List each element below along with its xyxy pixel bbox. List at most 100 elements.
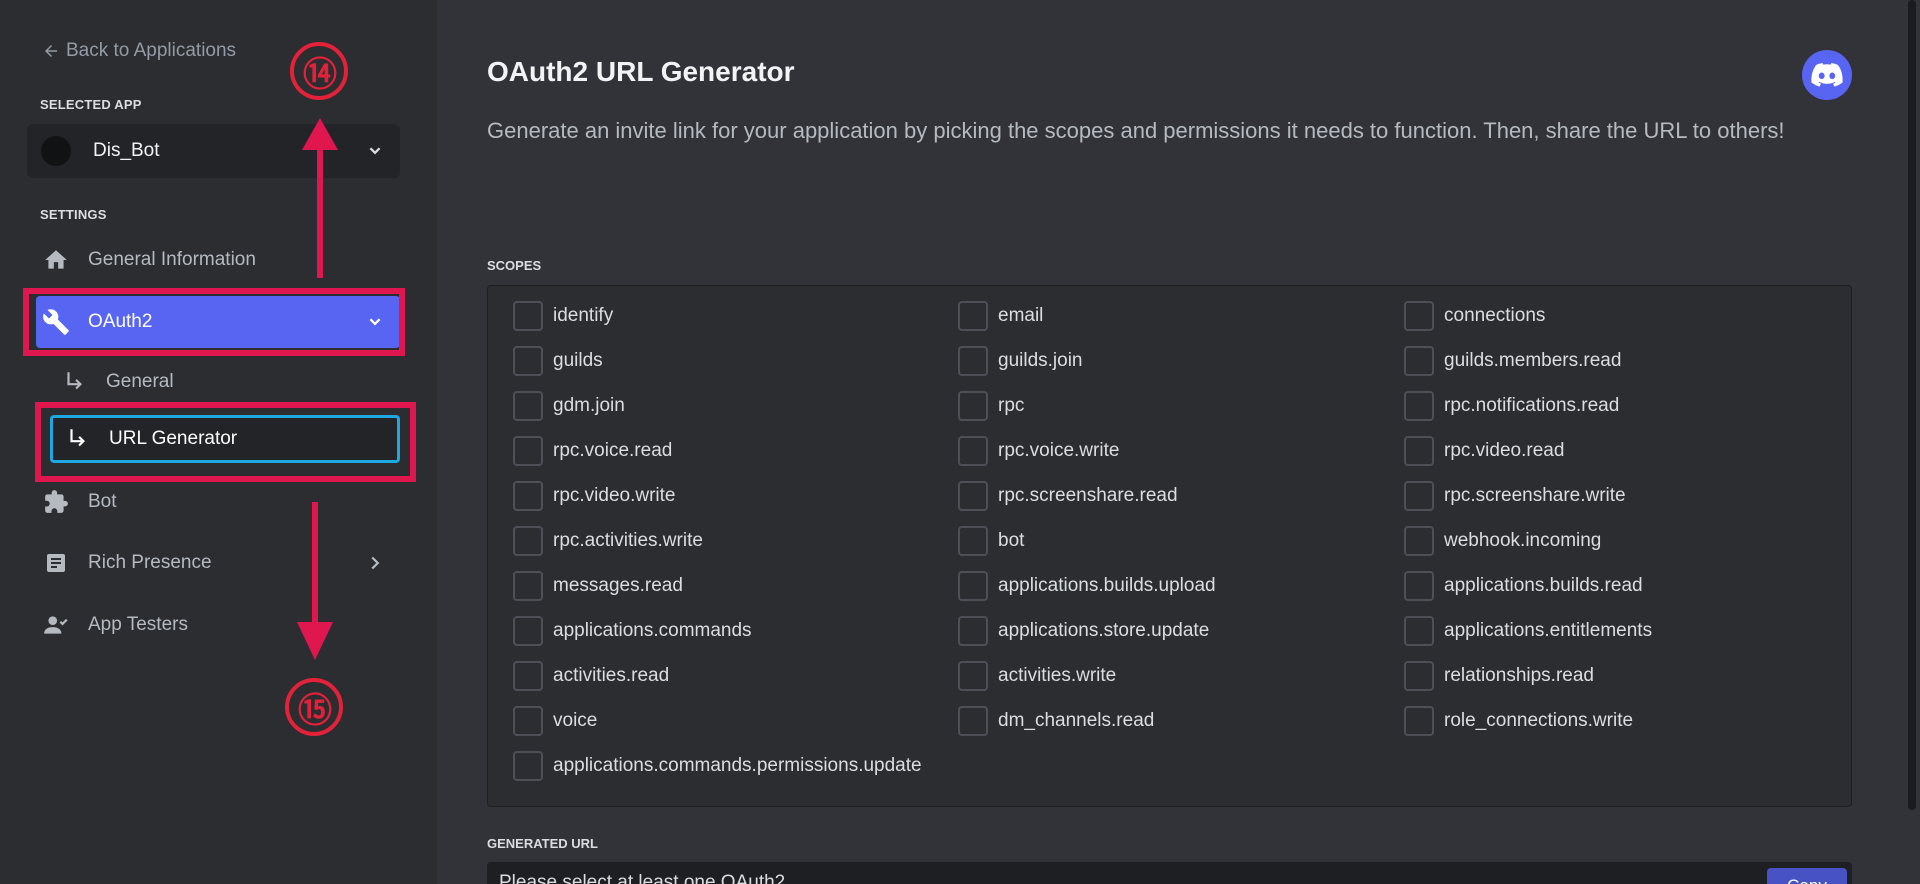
scope-checkbox-rpc-video-write[interactable]: rpc.video.write	[513, 481, 676, 511]
scope-checkbox-guilds-join[interactable]: guilds.join	[958, 346, 1083, 376]
wrench-icon	[42, 308, 70, 336]
scope-checkbox-applications-commands-permissions-update[interactable]: applications.commands.permissions.update	[513, 751, 922, 781]
scope-checkbox-identify[interactable]: identify	[513, 301, 613, 331]
checkbox[interactable]	[958, 481, 988, 511]
scope-checkbox-applications-builds-read[interactable]: applications.builds.read	[1404, 571, 1643, 601]
scope-checkbox-rpc-notifications-read[interactable]: rpc.notifications.read	[1404, 391, 1619, 421]
checkbox[interactable]	[513, 571, 543, 601]
step-14-badge: ⑭	[290, 42, 348, 100]
arrow-left-icon	[45, 45, 57, 57]
page-title: OAuth2 URL Generator	[487, 56, 795, 87]
sidebar-item-app-testers[interactable]: App Testers	[36, 599, 400, 651]
scope-checkbox-rpc-activities-write[interactable]: rpc.activities.write	[513, 526, 703, 556]
scope-checkbox-rpc-voice-write[interactable]: rpc.voice.write	[958, 436, 1119, 466]
scope-checkbox-applications-entitlements[interactable]: applications.entitlements	[1404, 616, 1652, 646]
scope-checkbox-webhook-incoming[interactable]: webhook.incoming	[1404, 526, 1601, 556]
scope-label: rpc.screenshare.read	[998, 485, 1178, 506]
arrow-down-annotation	[297, 502, 333, 660]
scope-checkbox-rpc-video-read[interactable]: rpc.video.read	[1404, 436, 1564, 466]
scope-checkbox-role-connections-write[interactable]: role_connections.write	[1404, 706, 1633, 736]
scope-checkbox-rpc-screenshare-write[interactable]: rpc.screenshare.write	[1404, 481, 1626, 511]
scope-checkbox-activities-write[interactable]: activities.write	[958, 661, 1116, 691]
checkbox[interactable]	[513, 481, 543, 511]
checkbox[interactable]	[958, 391, 988, 421]
scopes-label: SCOPES	[487, 258, 542, 273]
scope-checkbox-voice[interactable]: voice	[513, 706, 597, 736]
scope-label: connections	[1444, 305, 1546, 326]
checkbox[interactable]	[513, 346, 543, 376]
checkbox[interactable]	[958, 616, 988, 646]
discord-logo-icon[interactable]	[1802, 50, 1852, 100]
checkbox[interactable]	[1404, 481, 1434, 511]
scope-label: guilds.members.read	[1444, 350, 1622, 371]
scope-checkbox-guilds[interactable]: guilds	[513, 346, 603, 376]
checkbox[interactable]	[958, 436, 988, 466]
checkbox[interactable]	[513, 616, 543, 646]
checkbox[interactable]	[958, 706, 988, 736]
scope-checkbox-rpc[interactable]: rpc	[958, 391, 1024, 421]
scope-checkbox-activities-read[interactable]: activities.read	[513, 661, 669, 691]
chevron-down-icon	[369, 318, 381, 326]
checkbox[interactable]	[513, 301, 543, 331]
scope-checkbox-messages-read[interactable]: messages.read	[513, 571, 683, 601]
scope-label: bot	[998, 530, 1025, 551]
scrollbar[interactable]	[1908, 0, 1916, 810]
checkbox[interactable]	[1404, 616, 1434, 646]
copy-button[interactable]: Copy	[1767, 868, 1847, 884]
checkbox[interactable]	[958, 571, 988, 601]
checkbox[interactable]	[958, 346, 988, 376]
sidebar-item-label: OAuth2	[88, 311, 153, 332]
sidebar-item-oauth2[interactable]: OAuth2	[36, 296, 400, 348]
scope-label: rpc.voice.write	[998, 440, 1120, 461]
checkbox[interactable]	[1404, 391, 1434, 421]
checkbox[interactable]	[513, 751, 543, 781]
checkbox[interactable]	[958, 661, 988, 691]
page-description: Generate an invite link for your applica…	[487, 118, 1785, 143]
sidebar-subitem-url-generator[interactable]: URL Generator	[50, 415, 400, 463]
back-link-label: Back to Applications	[66, 40, 237, 61]
checkbox[interactable]	[958, 301, 988, 331]
scope-checkbox-guilds-members-read[interactable]: guilds.members.read	[1404, 346, 1621, 376]
checkbox[interactable]	[1404, 301, 1434, 331]
checkbox[interactable]	[513, 391, 543, 421]
checkbox[interactable]	[1404, 661, 1434, 691]
back-to-applications-link[interactable]: Back to Applications	[42, 40, 236, 62]
scope-label: applications.store.update	[998, 620, 1210, 641]
checkbox[interactable]	[1404, 346, 1434, 376]
scope-checkbox-relationships-read[interactable]: relationships.read	[1404, 661, 1594, 691]
scope-label: identify	[553, 305, 614, 326]
scope-label: rpc.voice.read	[553, 440, 673, 461]
checkbox[interactable]	[958, 526, 988, 556]
checkbox[interactable]	[1404, 436, 1434, 466]
sidebar-subitem-general[interactable]: General	[50, 358, 400, 406]
checkbox[interactable]	[513, 706, 543, 736]
chevron-right-icon	[371, 556, 380, 570]
scope-checkbox-dm-channels-read[interactable]: dm_channels.read	[958, 706, 1154, 736]
checkbox[interactable]	[1404, 706, 1434, 736]
person-icon	[42, 611, 70, 639]
scope-checkbox-connections[interactable]: connections	[1404, 301, 1545, 331]
scope-label: rpc.activities.write	[553, 530, 703, 551]
checkbox[interactable]	[513, 526, 543, 556]
sidebar-item-rich-presence[interactable]: Rich Presence	[36, 537, 400, 589]
scope-checkbox-gdm-join[interactable]: gdm.join	[513, 391, 625, 421]
scope-checkbox-rpc-voice-read[interactable]: rpc.voice.read	[513, 436, 672, 466]
checkbox[interactable]	[513, 436, 543, 466]
checkbox[interactable]	[1404, 571, 1434, 601]
scope-label: rpc.video.read	[1444, 440, 1565, 461]
scope-checkbox-applications-store-update[interactable]: applications.store.update	[958, 616, 1209, 646]
scope-label: gdm.join	[553, 395, 625, 416]
generated-url-field[interactable]: Please select at least one OAuth2	[487, 862, 1852, 884]
app-avatar	[41, 136, 71, 166]
checkbox[interactable]	[513, 661, 543, 691]
scope-checkbox-applications-commands[interactable]: applications.commands	[513, 616, 752, 646]
scope-label: activities.read	[553, 665, 670, 686]
scope-label: applications.commands	[553, 620, 752, 641]
scope-checkbox-email[interactable]: email	[958, 301, 1043, 331]
checkbox[interactable]	[1404, 526, 1434, 556]
scope-checkbox-applications-builds-upload[interactable]: applications.builds.upload	[958, 571, 1216, 601]
scope-checkbox-bot[interactable]: bot	[958, 526, 1024, 556]
scope-checkbox-rpc-screenshare-read[interactable]: rpc.screenshare.read	[958, 481, 1178, 511]
sidebar-item-bot[interactable]: Bot	[36, 476, 400, 528]
sidebar-item-label: General Information	[88, 249, 256, 270]
